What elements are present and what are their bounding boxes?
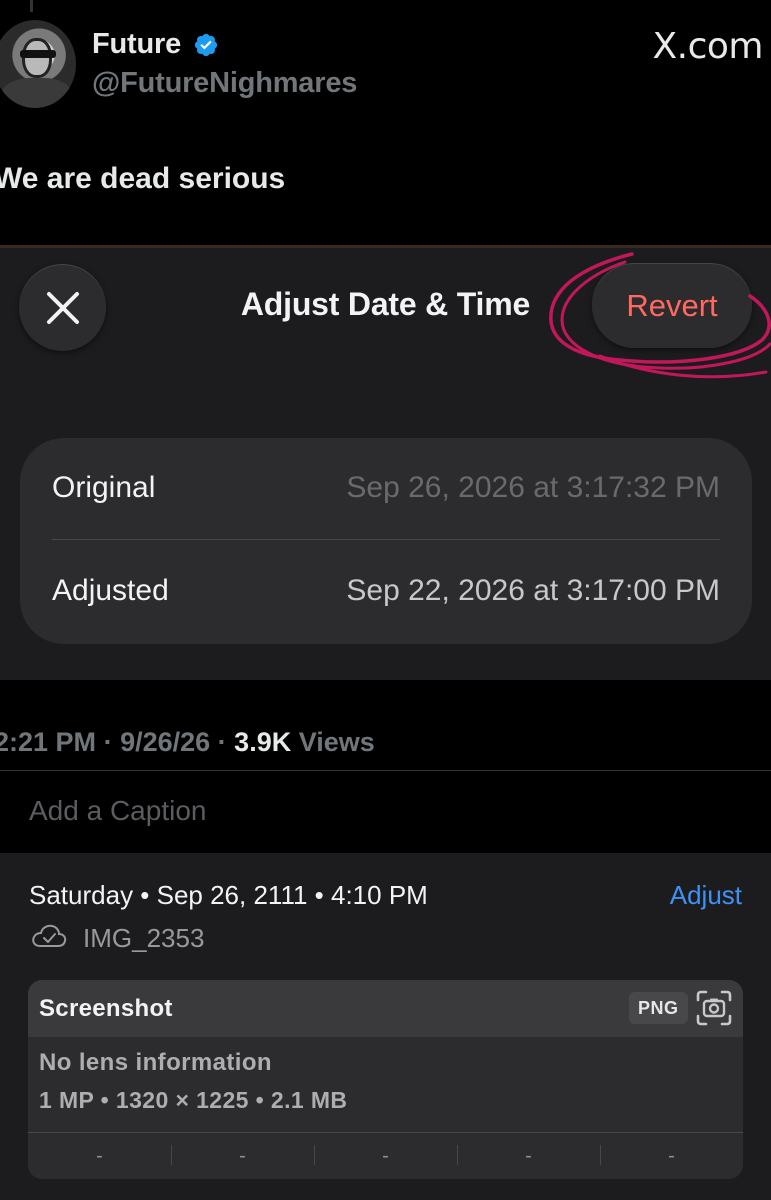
meta-separator: · xyxy=(103,727,121,757)
screenshot-icon xyxy=(696,990,732,1026)
views-label: Views xyxy=(298,727,375,757)
tweet-meta: 2:21 PM · 9/26/26 · 3.9K Views xyxy=(0,727,375,758)
author-handle[interactable]: @FutureNighmares xyxy=(92,67,357,100)
avatar-body xyxy=(2,78,72,108)
author-name[interactable]: Future xyxy=(92,28,181,61)
exif-cell-focal: - xyxy=(171,1133,314,1179)
exif-cell-aperture: - xyxy=(457,1133,600,1179)
tweet-text: We are dead serious xyxy=(0,162,286,195)
caption-area xyxy=(0,771,771,853)
adjusted-value[interactable]: Sep 22, 2026 at 3:17:00 PM xyxy=(346,574,720,608)
avatar-face xyxy=(22,38,52,78)
photo-date: Saturday • Sep 26, 2111 • 4:10 PM xyxy=(29,880,428,910)
file-name: IMG_2353 xyxy=(83,923,205,953)
exif-cell-iso: - xyxy=(96,1144,103,1167)
tweet-time[interactable]: 2:21 PM xyxy=(0,727,96,757)
tweet-header: Future @FutureNighmares X.com We are dea… xyxy=(0,0,771,245)
exif-cells: - - - - - xyxy=(28,1133,743,1179)
close-icon xyxy=(46,291,79,324)
cloud-check-icon xyxy=(32,924,67,947)
sheet-title-text: Adjust Date & Time xyxy=(240,286,531,322)
adjust-button[interactable]: Adjust xyxy=(670,880,742,911)
exif-title: Screenshot xyxy=(39,995,173,1022)
views-count: 3.9K xyxy=(234,727,292,757)
image-specs: 1 MP • 1320 × 1225 • 2.1 MB xyxy=(39,1087,348,1113)
adjusted-label: Adjusted xyxy=(52,574,169,607)
photo-info-panel: Saturday • Sep 26, 2111 • 4:10 PM Adjust… xyxy=(0,853,771,1200)
verified-badge-icon xyxy=(194,33,218,57)
datetime-card: Original Sep 26, 2026 at 3:17:32 PM Adju… xyxy=(20,438,752,644)
format-badge: PNG xyxy=(629,992,688,1024)
close-button[interactable] xyxy=(19,264,106,351)
original-label: Original xyxy=(52,471,156,504)
exif-header: Screenshot PNG xyxy=(28,980,743,1037)
thread-line xyxy=(30,0,33,12)
adjust-date-time-sheet: Adjust Date & Time Revert Original Sep 2… xyxy=(0,245,771,680)
revert-button[interactable]: Revert xyxy=(592,263,752,348)
exif-cell-shutter: - xyxy=(600,1133,743,1179)
caption-input[interactable] xyxy=(29,795,529,827)
lens-info: No lens information xyxy=(39,1049,272,1076)
card-divider xyxy=(52,539,720,540)
avatar-glasses xyxy=(20,50,56,58)
site-logo: X.com xyxy=(652,26,764,67)
tweet-date[interactable]: 9/26/26 xyxy=(120,727,210,757)
meta-separator: · xyxy=(217,727,235,757)
original-value: Sep 26, 2026 at 3:17:32 PM xyxy=(346,471,720,504)
exif-cell-ev: - xyxy=(314,1133,457,1179)
exif-card: Screenshot PNG No lens information 1 MP … xyxy=(28,980,743,1179)
avatar[interactable] xyxy=(0,20,76,108)
